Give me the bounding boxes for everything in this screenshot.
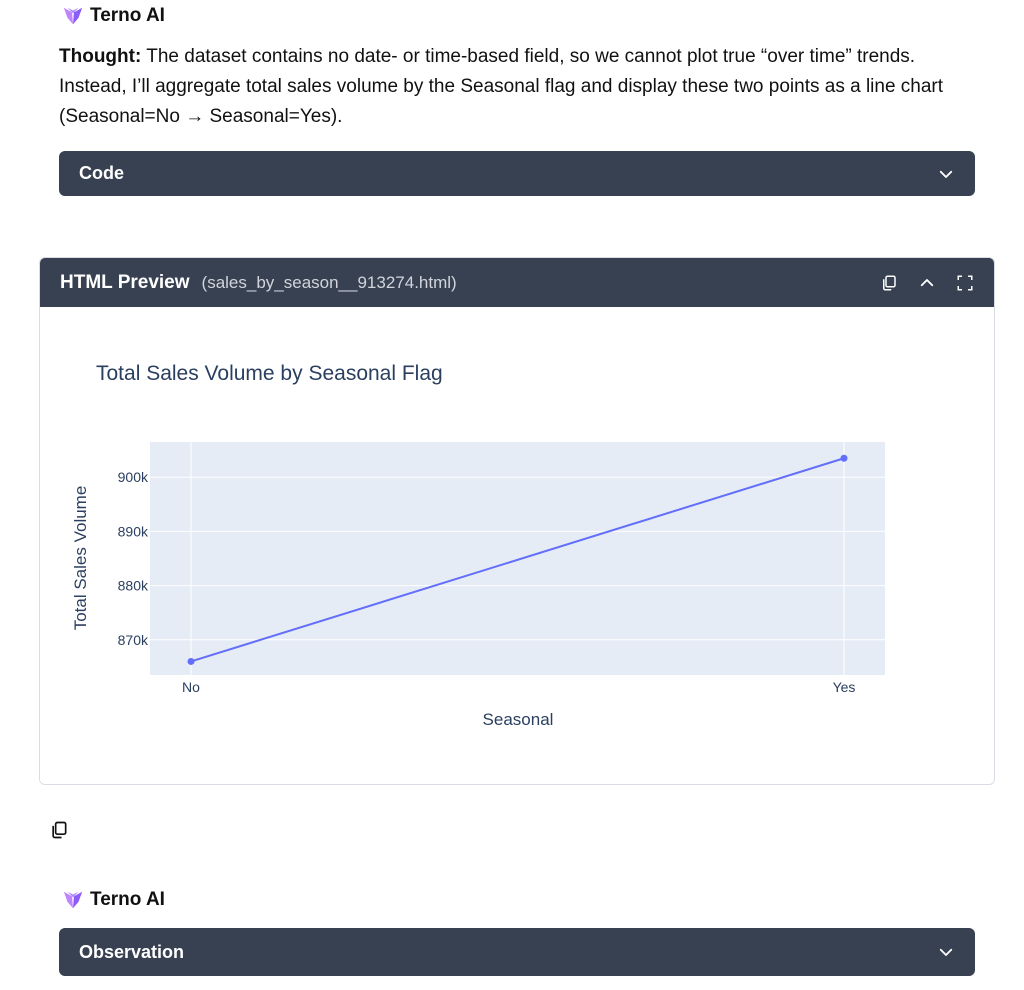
thought-message: Thought: The dataset contains no date- o…: [59, 42, 979, 132]
observation-toggle-bar[interactable]: Observation: [59, 928, 975, 976]
chevron-down-icon[interactable]: [937, 165, 955, 183]
preview-title: HTML Preview: [60, 271, 190, 293]
chevron-down-icon[interactable]: [937, 943, 955, 961]
preview-actions: [880, 274, 974, 292]
agent-name: Terno AI: [90, 5, 165, 26]
preview-header: HTML Preview (sales_by_season__913274.ht…: [40, 258, 994, 307]
chart-area: Total Sales Volume by Seasonal Flag 870k…: [40, 307, 994, 784]
copy-icon[interactable]: [880, 274, 898, 292]
y-tick-label: 890k: [118, 523, 149, 539]
agent-header-2: Terno AI: [62, 889, 165, 911]
code-label: Code: [79, 163, 124, 183]
code-toggle-bar[interactable]: Code: [59, 151, 975, 196]
terno-logo-icon: [63, 7, 83, 25]
thought-text: The dataset contains no date- or time-ba…: [59, 46, 944, 127]
thought-label: Thought:: [59, 46, 142, 67]
html-preview-panel: HTML Preview (sales_by_season__913274.ht…: [39, 257, 995, 785]
fullscreen-icon[interactable]: [956, 274, 974, 292]
collapse-chevron-up-icon[interactable]: [918, 274, 936, 292]
agent-name: Terno AI: [90, 889, 165, 910]
agent-header: Terno AI: [62, 5, 165, 27]
x-axis-label: Seasonal: [483, 710, 554, 729]
y-tick-label: 880k: [118, 578, 149, 594]
terno-logo-icon: [63, 891, 83, 909]
y-axis-ticks: 870k 880k 890k 900k: [118, 469, 149, 648]
y-tick-label: 900k: [118, 469, 149, 485]
x-tick-label: No: [182, 679, 200, 695]
copy-message-icon[interactable]: [49, 820, 69, 840]
y-tick-label: 870k: [118, 632, 149, 648]
x-tick-label: Yes: [833, 679, 856, 695]
chart-title: Total Sales Volume by Seasonal Flag: [96, 362, 443, 385]
data-point[interactable]: [840, 454, 848, 462]
observation-label: Observation: [79, 941, 185, 962]
x-axis-ticks: No Yes: [182, 679, 855, 695]
line-chart: Total Sales Volume by Seasonal Flag 870k…: [71, 362, 885, 729]
preview-filename: (sales_by_season__913274.html): [201, 272, 457, 292]
data-point[interactable]: [187, 657, 195, 665]
y-axis-label: Total Sales Volume: [71, 486, 90, 631]
